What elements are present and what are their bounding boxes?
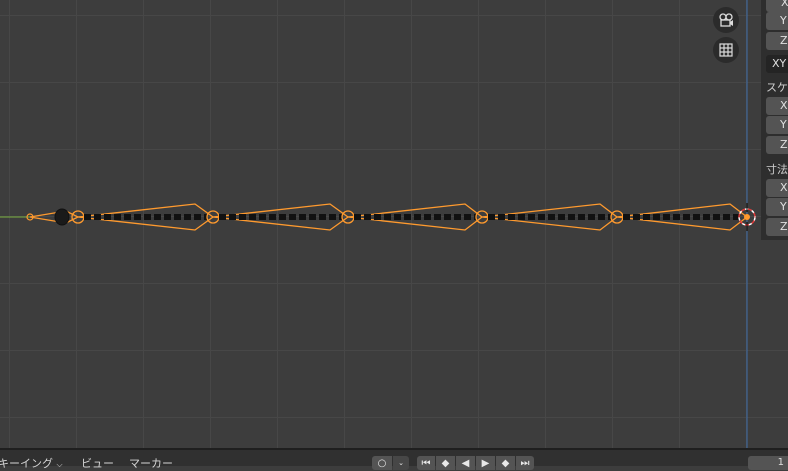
3d-viewport[interactable] <box>0 0 788 448</box>
location-x-label: X <box>781 0 788 9</box>
auto-keying-button[interactable]: ○ <box>372 456 392 470</box>
rotation-mode-dropdown[interactable]: XY <box>766 55 788 73</box>
next-keyframe-button[interactable]: ◆ <box>496 456 515 470</box>
bone-2[interactable] <box>206 203 350 231</box>
play-reverse-icon: ◀ <box>461 457 470 469</box>
location-z-field[interactable]: Z <box>766 32 788 50</box>
bone-chain <box>0 0 756 448</box>
marker-menu[interactable]: マーカー <box>129 455 173 471</box>
jump-end-icon: ⏭ <box>520 457 530 469</box>
location-y-field[interactable]: Y <box>766 12 788 30</box>
bone-1[interactable] <box>71 203 215 231</box>
location-y-label: Y <box>780 14 787 27</box>
record-icon: ○ <box>377 457 387 469</box>
scale-y-field[interactable]: Y <box>766 116 788 134</box>
scale-z-field[interactable]: Z <box>766 136 788 154</box>
keying-menu[interactable]: キーイング ⌵ <box>0 455 63 471</box>
scale-x-field[interactable]: X <box>766 97 788 115</box>
next-keyframe-icon: ◆ <box>501 457 510 469</box>
camera-icon <box>719 13 733 27</box>
3d-cursor[interactable] <box>738 203 756 231</box>
jump-start-icon: ⏮ <box>421 457 431 469</box>
location-z-label: Z <box>780 34 788 47</box>
camera-view-button[interactable] <box>713 7 739 33</box>
play-reverse-button[interactable]: ◀ <box>456 456 475 470</box>
prev-keyframe-icon: ◆ <box>441 457 450 469</box>
bone-4[interactable] <box>475 203 619 231</box>
jump-end-button[interactable]: ⏭ <box>516 456 534 470</box>
location-x-field[interactable]: X <box>766 0 788 12</box>
view-menu[interactable]: ビュー <box>81 455 114 471</box>
dimensions-z-field[interactable]: Z <box>766 218 788 236</box>
dimensions-y-field[interactable]: Y <box>766 198 788 216</box>
prev-keyframe-button[interactable]: ◆ <box>436 456 455 470</box>
grid-view-button[interactable] <box>713 37 739 63</box>
rotation-mode-label: XY <box>772 57 787 70</box>
grid-icon <box>719 43 733 57</box>
scale-heading: スケ <box>766 81 788 94</box>
dimensions-x-label: X <box>780 181 788 194</box>
scale-z-label: Z <box>780 138 788 151</box>
play-button[interactable]: ▶ <box>476 456 495 470</box>
dimensions-x-field[interactable]: X <box>766 179 788 197</box>
play-icon: ▶ <box>481 457 490 469</box>
keying-options-button[interactable]: ⌄ <box>393 456 409 470</box>
timeline-header: キーイング ⌵ ビュー マーカー ○ ⌄ ⏮ ◆ ◀ ▶ ◆ ⏭ 1 <box>0 448 788 470</box>
current-frame-field[interactable]: 1 <box>748 456 788 470</box>
scale-x-label: X <box>780 99 788 112</box>
dimensions-z-label: Z <box>780 220 788 233</box>
jump-start-button[interactable]: ⏮ <box>417 456 435 470</box>
bone-root[interactable] <box>26 208 80 226</box>
bone-3[interactable] <box>341 203 484 231</box>
keying-menu-label: キーイング <box>0 457 53 470</box>
scale-y-label: Y <box>780 118 787 131</box>
bone-5[interactable] <box>610 203 749 231</box>
dimensions-y-label: Y <box>780 200 787 213</box>
dimensions-heading: 寸法 <box>766 163 788 176</box>
chevron-down-icon: ⌵ <box>56 460 63 469</box>
